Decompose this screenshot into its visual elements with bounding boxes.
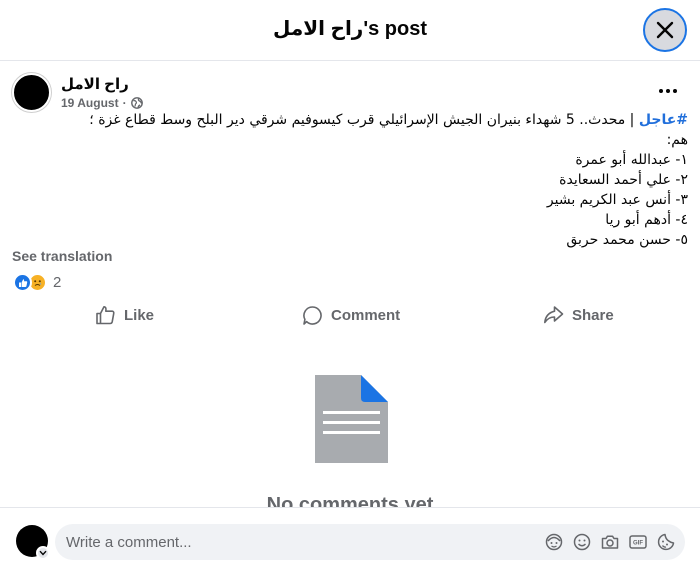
comment-button[interactable]: Comment (302, 300, 400, 330)
names-list: ١- عبدالله أبو عمرة ٢- علي أحمد السعايدة… (70, 150, 688, 250)
sticker-icon[interactable] (656, 532, 676, 552)
list-item: ٥- حسن محمد حربق (566, 232, 688, 248)
more-icon-dot (673, 89, 677, 93)
close-button[interactable] (643, 8, 687, 52)
list-item: ٤- أدهم أبو ريا (605, 212, 688, 228)
hashtag-link[interactable]: #عاجل (639, 112, 688, 128)
more-icon (659, 89, 663, 93)
share-label: Share (572, 306, 614, 324)
share-button[interactable]: Share (543, 300, 614, 330)
author-avatar[interactable] (12, 73, 51, 112)
chevron-down-icon[interactable] (36, 546, 50, 560)
post-date[interactable]: 19 August (61, 96, 119, 110)
list-item: ٢- علي أحمد السعايدة (559, 172, 688, 188)
post-intro-line: #عاجل | محدث.. 5 شهداء بنيران الجيش الإس… (70, 110, 688, 150)
comment-input[interactable] (66, 524, 526, 560)
like-button[interactable]: Like (95, 300, 154, 330)
globe-icon[interactable] (130, 97, 143, 109)
more-options-button[interactable] (653, 76, 683, 106)
dialog-title: راح الامل's post (273, 18, 427, 40)
more-icon-dot (666, 89, 670, 93)
post-meta: 19 August · (61, 96, 143, 110)
like-label: Like (124, 306, 155, 324)
meta-separator: · (122, 96, 127, 110)
empty-document-icon (315, 375, 388, 463)
comment-box: GIF (55, 524, 685, 560)
list-item: ١- عبدالله أبو عمرة (575, 152, 688, 168)
reactions-summary[interactable]: 2 (13, 273, 61, 292)
post-message: #عاجل | محدث.. 5 شهداء بنيران الجيش الإس… (70, 110, 688, 250)
comment-icon (303, 305, 322, 325)
post-intro: | محدث.. 5 شهداء بنيران الجيش الإسرائيلي… (89, 112, 688, 148)
svg-text:GIF: GIF (633, 541, 643, 547)
close-icon (656, 21, 674, 39)
author-name[interactable]: راح الامل (61, 75, 129, 93)
post-action-bar: Like Comment Share (0, 300, 700, 330)
emoji-icon[interactable] (572, 532, 592, 552)
see-translation-link[interactable]: See translation (12, 248, 112, 264)
avatar-sticker-icon[interactable] (544, 532, 564, 552)
share-icon (544, 306, 564, 324)
list-item: ٣- أنس عبد الكريم بشير (546, 192, 688, 208)
like-reaction-icon (13, 273, 32, 292)
reaction-count[interactable]: 2 (53, 274, 61, 291)
camera-icon[interactable] (600, 532, 620, 552)
comment-label: Comment (331, 306, 401, 324)
comment-composer: GIF (0, 507, 700, 577)
gif-icon[interactable]: GIF (628, 532, 648, 552)
like-icon (96, 306, 115, 325)
dialog-header: راح الامل's post (0, 0, 700, 61)
